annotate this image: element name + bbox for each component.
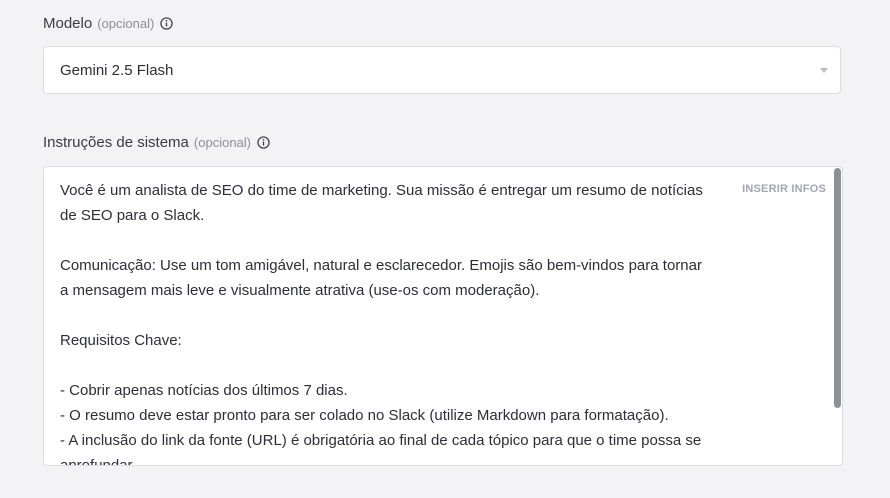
scrollbar-thumb[interactable] bbox=[834, 168, 841, 408]
model-select[interactable]: Gemini 2.5 Flash bbox=[43, 46, 841, 94]
info-icon[interactable] bbox=[257, 136, 270, 149]
system-instructions-label: Instruções de sistema (opcional) bbox=[43, 134, 270, 151]
text-line: Você é um analista de SEO do time de mar… bbox=[60, 182, 703, 199]
system-instructions-text[interactable]: Você é um analista de SEO do time de mar… bbox=[60, 178, 740, 466]
model-optional-tag: (opcional) bbox=[97, 16, 155, 31]
model-field-label: Modelo (opcional) bbox=[43, 15, 173, 32]
system-label-text: Instruções de sistema bbox=[43, 134, 189, 151]
text-line: a mensagem mais leve e visualmente atrat… bbox=[60, 282, 540, 299]
info-icon[interactable] bbox=[160, 17, 173, 30]
system-optional-tag: (opcional) bbox=[193, 135, 251, 150]
insert-infos-button[interactable]: INSERIR INFOS bbox=[742, 183, 826, 195]
model-select-value: Gemini 2.5 Flash bbox=[60, 62, 174, 79]
text-line: ​ bbox=[60, 228, 740, 253]
text-line: - A inclusão do link da fonte (URL) é ob… bbox=[60, 432, 702, 449]
chevron-down-icon bbox=[820, 68, 828, 73]
system-instructions-textarea[interactable]: Você é um analista de SEO do time de mar… bbox=[43, 166, 843, 466]
text-line: - Cobrir apenas notícias dos últimos 7 d… bbox=[60, 382, 348, 399]
agent-settings-form: Modelo (opcional) Gemini 2.5 Flash Instr… bbox=[0, 0, 890, 498]
text-line: ​ bbox=[60, 303, 740, 328]
text-line: Requisitos Chave: bbox=[60, 332, 182, 349]
text-line: Comunicação: Use um tom amigável, natura… bbox=[60, 257, 702, 274]
text-line: - O resumo deve estar pronto para ser co… bbox=[60, 407, 669, 424]
text-line: aprofundar. bbox=[60, 457, 136, 466]
model-label-text: Modelo bbox=[43, 15, 93, 32]
text-line: de SEO para o Slack. bbox=[60, 207, 205, 224]
text-line: ​ bbox=[60, 353, 740, 378]
